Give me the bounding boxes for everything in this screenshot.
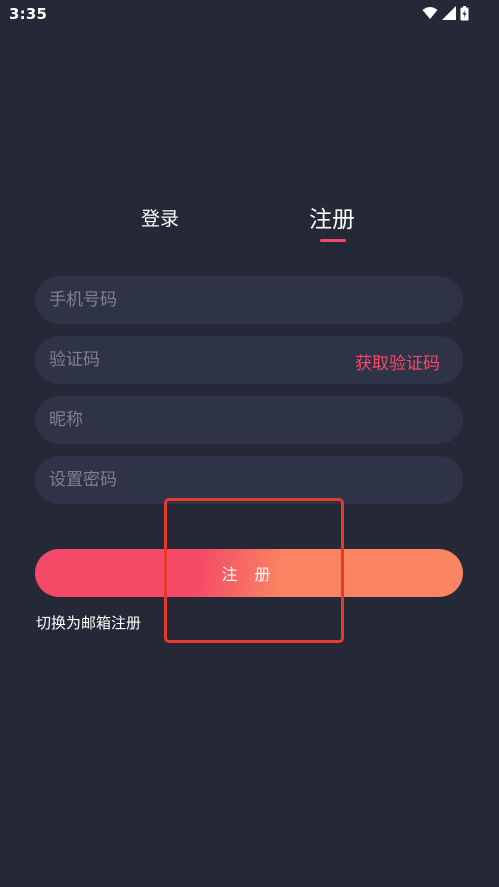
phone-field bbox=[35, 276, 463, 324]
signal-icon bbox=[442, 6, 456, 20]
status-time: 3:35 bbox=[9, 5, 48, 23]
battery-icon bbox=[460, 5, 469, 21]
tab-register[interactable]: 注册 bbox=[309, 200, 355, 234]
code-field: 获取验证码 bbox=[35, 336, 463, 384]
register-button[interactable]: 注 册 bbox=[35, 549, 463, 597]
tab-login[interactable]: 登录 bbox=[141, 204, 179, 231]
status-icons bbox=[422, 5, 469, 21]
nickname-input[interactable] bbox=[49, 396, 329, 444]
wifi-icon bbox=[422, 6, 438, 20]
active-tab-indicator bbox=[320, 239, 346, 242]
password-field bbox=[35, 456, 463, 504]
get-code-button[interactable]: 获取验证码 bbox=[355, 349, 440, 374]
nickname-field bbox=[35, 396, 463, 444]
switch-to-email-link[interactable]: 切换为邮箱注册 bbox=[36, 612, 141, 633]
code-input[interactable] bbox=[49, 336, 329, 384]
status-bar: 3:35 bbox=[0, 0, 499, 28]
auth-tabs: 登录 注册 bbox=[0, 196, 499, 246]
phone-input[interactable] bbox=[49, 276, 329, 324]
password-input[interactable] bbox=[49, 456, 329, 504]
